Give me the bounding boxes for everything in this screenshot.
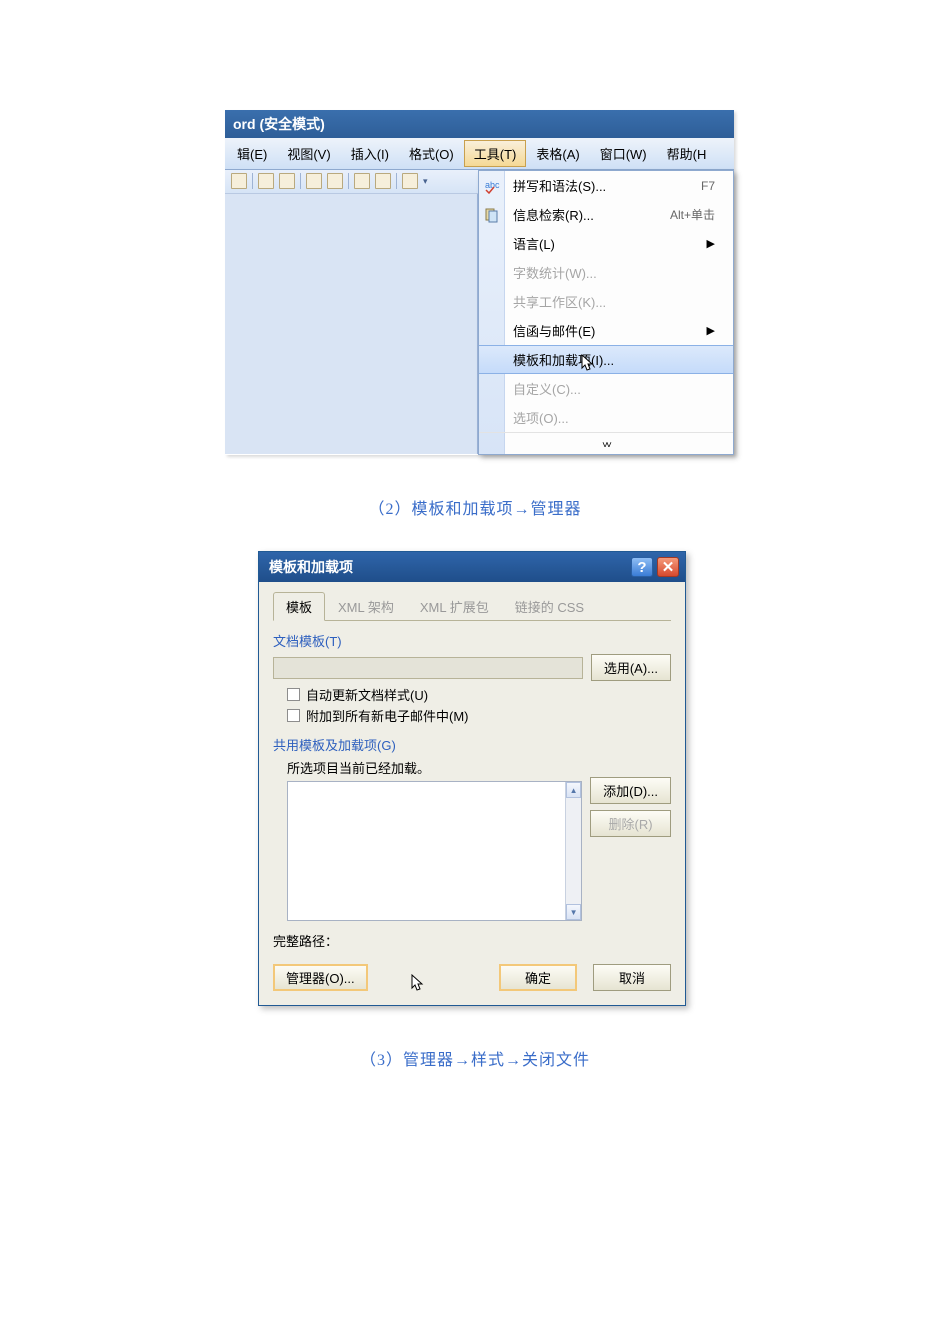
tab-xml-schema[interactable]: XML 架构 — [325, 592, 407, 620]
menu-shortcut: F7 — [701, 179, 715, 193]
toolbar-icon[interactable] — [279, 173, 295, 189]
menu-expand[interactable]: ˅˅ — [479, 432, 733, 454]
dropdown-arrow-icon[interactable]: ▾ — [423, 176, 428, 187]
caption-step-3: （3）管理器→样式→关闭文件 — [0, 1046, 950, 1070]
scroll-down-icon[interactable]: ▼ — [566, 904, 581, 920]
organizer-button[interactable]: 管理器(O)... — [273, 964, 368, 991]
menu-item-label: 拼写和语法(S)... — [513, 176, 606, 195]
toolbar-separator — [300, 173, 301, 189]
dialog-titlebar: 模板和加载项 ? ✕ — [259, 552, 685, 582]
attach-email-checkbox-row[interactable]: 附加到所有新电子邮件中(M) — [287, 706, 671, 725]
ok-button[interactable]: 确定 — [499, 964, 577, 991]
menu-item-label: 自定义(C)... — [513, 379, 581, 398]
research-icon — [484, 207, 500, 223]
menu-item-label: 模板和加载项(I)... — [513, 350, 614, 369]
checkbox-icon[interactable] — [287, 688, 300, 701]
menu-templates-addins[interactable]: 模板和加载项(I)... — [479, 345, 733, 374]
menu-letters-mailings[interactable]: 信函与邮件(E) ▶ — [479, 316, 733, 345]
menu-research[interactable]: 信息检索(R)... Alt+单击 — [479, 200, 733, 229]
addins-listbox[interactable]: ▲ ▼ — [287, 781, 582, 921]
menu-shortcut: Alt+单击 — [670, 206, 715, 223]
dialog-title-text: 模板和加载项 — [269, 557, 353, 577]
document-template-label: 文档模板(T) — [273, 631, 671, 650]
menu-tools[interactable]: 工具(T) — [464, 140, 527, 167]
loaded-items-text: 所选项目当前已经加载。 — [287, 758, 671, 777]
auto-update-checkbox-row[interactable]: 自动更新文档样式(U) — [287, 685, 671, 704]
word-tools-menu-screenshot: ord (安全模式) 辑(E) 视图(V) 插入(I) 格式(O) 工具(T) … — [225, 110, 734, 455]
checkbox-label: 附加到所有新电子邮件中(M) — [306, 706, 469, 725]
chevron-down-icon: ˅˅ — [602, 440, 610, 451]
caption-step-2: （2）模板和加载项→管理器 — [0, 495, 950, 519]
menu-item-label: 选项(O)... — [513, 408, 569, 427]
tools-dropdown: abc 拼写和语法(S)... F7 信息检索(R)... Alt+单击 语言(… — [478, 170, 734, 455]
tab-templates[interactable]: 模板 — [273, 592, 325, 621]
toolbar-icon[interactable] — [231, 173, 247, 189]
dialog-tabs: 模板 XML 架构 XML 扩展包 链接的 CSS — [273, 592, 671, 621]
global-templates-label: 共用模板及加载项(G) — [273, 735, 671, 754]
menu-item-label: 共享工作区(K)... — [513, 292, 606, 311]
cursor-icon — [581, 354, 597, 374]
menu-word-count: 字数统计(W)... — [479, 258, 733, 287]
close-button[interactable]: ✕ — [657, 557, 679, 577]
toolbar-icon[interactable] — [327, 173, 343, 189]
menu-window[interactable]: 窗口(W) — [590, 140, 657, 167]
document-template-field[interactable] — [273, 657, 583, 679]
remove-button: 删除(R) — [590, 810, 671, 837]
menu-spelling-grammar[interactable]: abc 拼写和语法(S)... F7 — [479, 171, 733, 200]
tab-linked-css[interactable]: 链接的 CSS — [502, 592, 597, 620]
menu-customize: 自定义(C)... — [479, 374, 733, 403]
spellcheck-icon: abc — [484, 178, 500, 194]
submenu-arrow-icon: ▶ — [707, 324, 715, 337]
submenu-arrow-icon: ▶ — [707, 237, 715, 250]
cancel-button[interactable]: 取消 — [593, 964, 671, 991]
menu-item-label: 字数统计(W)... — [513, 263, 597, 282]
toolbar-separator — [252, 173, 253, 189]
templates-addins-dialog: 模板和加载项 ? ✕ 模板 XML 架构 XML 扩展包 链接的 CSS 文档模… — [258, 551, 686, 1006]
toolbar-icon[interactable] — [354, 173, 370, 189]
menu-item-label: 语言(L) — [513, 234, 555, 253]
toolbar-icon[interactable] — [306, 173, 322, 189]
toolbar-icon[interactable] — [258, 173, 274, 189]
document-canvas — [225, 194, 478, 454]
scrollbar[interactable]: ▲ ▼ — [565, 782, 581, 920]
menu-help[interactable]: 帮助(H — [657, 140, 717, 167]
menu-format[interactable]: 格式(O) — [399, 140, 464, 167]
full-path-label: 完整路径： — [273, 931, 671, 950]
scroll-up-icon[interactable]: ▲ — [566, 782, 581, 798]
menu-language[interactable]: 语言(L) ▶ — [479, 229, 733, 258]
tab-xml-expansion[interactable]: XML 扩展包 — [407, 592, 502, 620]
cursor-icon — [411, 974, 427, 994]
help-button[interactable]: ? — [631, 557, 653, 577]
menu-table[interactable]: 表格(A) — [526, 140, 589, 167]
menu-insert[interactable]: 插入(I) — [341, 140, 399, 167]
attach-button[interactable]: 选用(A)... — [591, 654, 671, 681]
add-button[interactable]: 添加(D)... — [590, 777, 671, 804]
checkbox-icon[interactable] — [287, 709, 300, 722]
checkbox-label: 自动更新文档样式(U) — [306, 685, 428, 704]
toolbar-icon[interactable] — [375, 173, 391, 189]
window-title: ord (安全模式) — [225, 110, 734, 138]
undo-icon[interactable] — [402, 173, 418, 189]
menu-options: 选项(O)... — [479, 403, 733, 432]
toolbar: ▾ — [225, 170, 478, 194]
menu-bar: 辑(E) 视图(V) 插入(I) 格式(O) 工具(T) 表格(A) 窗口(W)… — [225, 138, 734, 170]
menu-item-label: 信息检索(R)... — [513, 205, 594, 224]
menu-edit[interactable]: 辑(E) — [227, 140, 277, 167]
menu-shared-workspace: 共享工作区(K)... — [479, 287, 733, 316]
toolbar-separator — [396, 173, 397, 189]
toolbar-separator — [348, 173, 349, 189]
menu-view[interactable]: 视图(V) — [277, 140, 340, 167]
menu-item-label: 信函与邮件(E) — [513, 321, 595, 340]
